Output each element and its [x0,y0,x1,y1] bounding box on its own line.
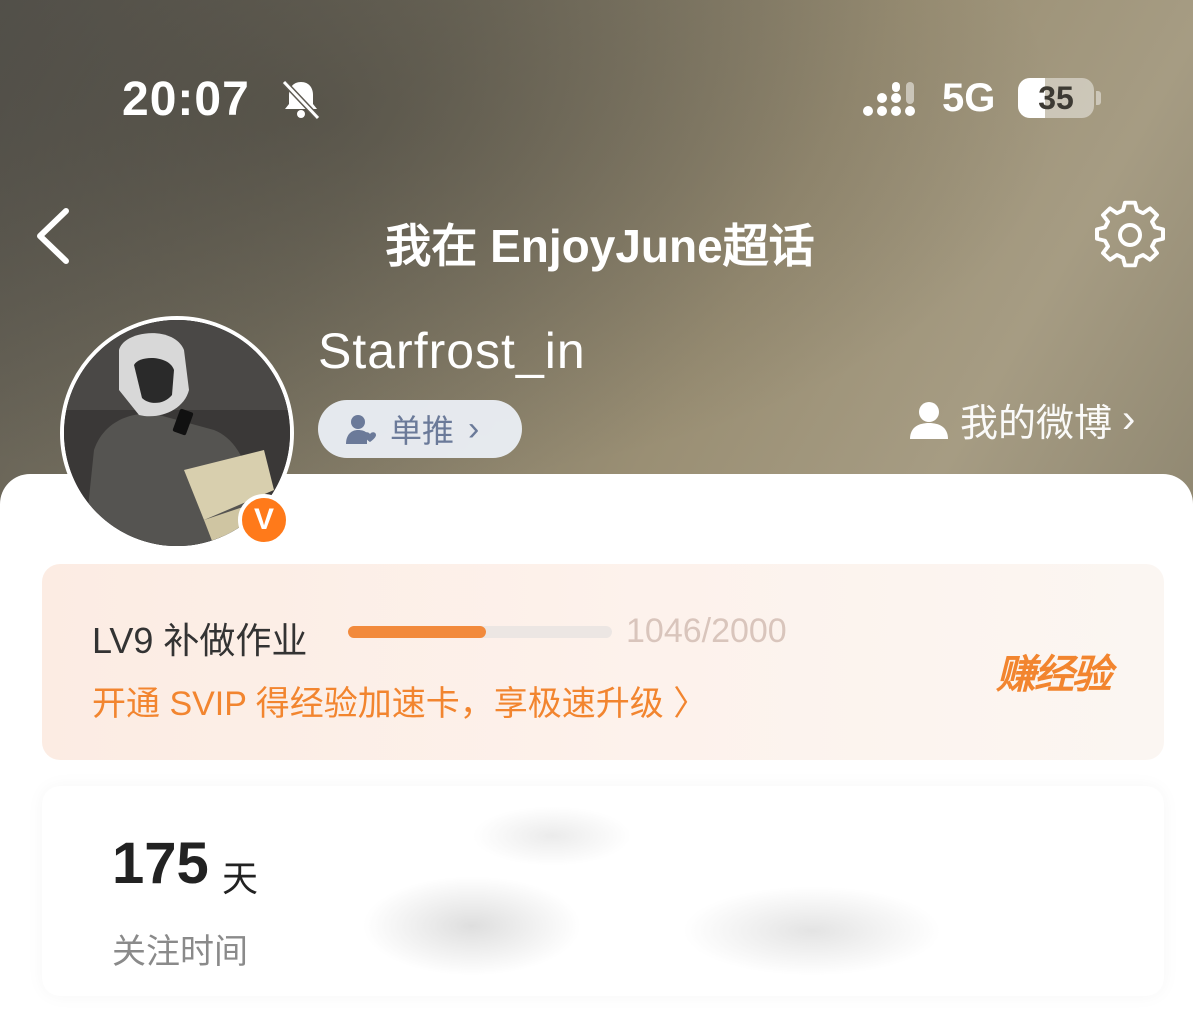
stats-card: 175 天 关注时间 [42,786,1164,996]
bell-muted-icon [281,79,321,121]
battery-tip [1096,91,1101,105]
blurred-content [472,806,632,866]
tag-label: 单推 [390,413,455,449]
blurred-content [362,876,582,976]
level-label: LV9 补做作业 [92,620,308,661]
verified-badge: V [238,494,290,546]
username: Starfrost_in [318,323,586,379]
level-card[interactable]: LV9 补做作业 1046/2000 开通 SVIP 得经验加速卡，享极速升级 … [42,564,1164,760]
battery-indicator: 35 [1018,78,1094,118]
exp-progress-text: 1046/2000 [626,612,787,650]
page-title: 我在 EnjoyJune超话 [385,220,815,272]
my-weibo-link[interactable]: 我的微博 › [908,392,1135,447]
chevron-right-icon: › [1122,397,1136,441]
status-time: 20:07 [122,73,250,126]
earn-exp-button[interactable]: 赚经验 [996,642,1112,700]
blurred-content [682,886,942,976]
follow-days-value: 175 [112,831,209,896]
exp-progress-fill [348,626,487,638]
follow-days-unit: 天 [222,858,259,899]
exp-progress-bar [348,626,612,638]
content-sheet: LV9 补做作业 1046/2000 开通 SVIP 得经验加速卡，享极速升级 … [0,474,1193,1024]
svip-promo-link[interactable]: 开通 SVIP 得经验加速卡，享极速升级 〉 [92,676,707,725]
tag-pill-button[interactable]: 单推 › [318,400,522,458]
chevron-left-icon[interactable] [30,205,78,267]
signal-icon [863,82,915,116]
gear-icon[interactable] [1094,200,1166,272]
user-heart-icon [346,415,376,444]
follow-days-label: 关注时间 [112,933,248,971]
chevron-right-icon: › [468,409,480,448]
battery-level-label: 35 [1038,80,1074,116]
user-icon [910,401,948,439]
my-weibo-label: 我的微博 [960,403,1113,445]
network-type: 5G [942,76,996,120]
